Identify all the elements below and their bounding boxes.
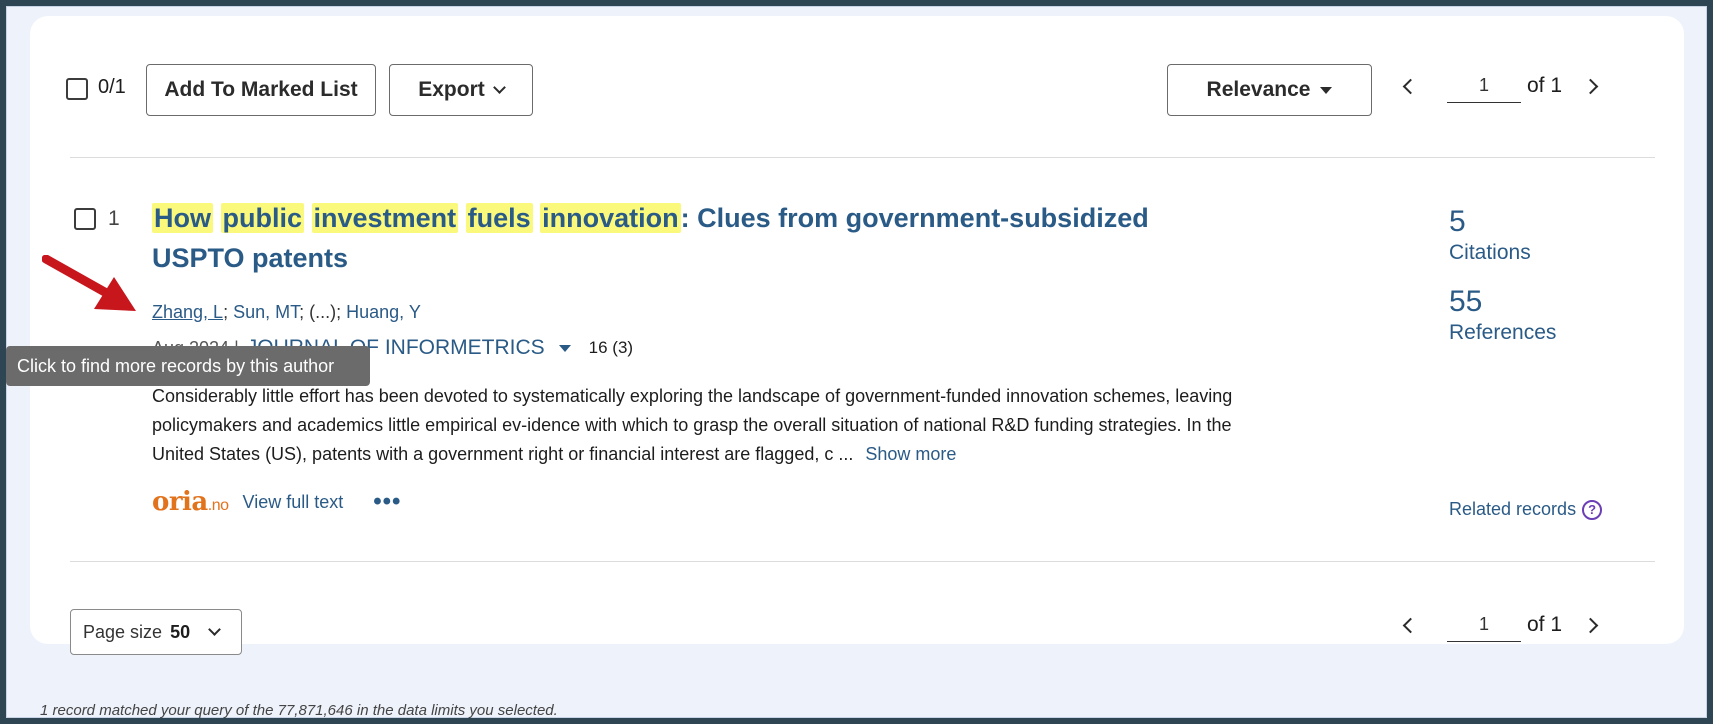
chevron-left-icon [1402, 78, 1419, 94]
more-options-icon[interactable]: ••• [373, 488, 401, 516]
author-list: Zhang, L; Sun, MT; (...); Huang, Y [152, 302, 421, 322]
chevron-down-icon [492, 81, 506, 94]
top-pagination: of 1 [1395, 69, 1606, 103]
related-records-link[interactable]: Related records ? [1449, 499, 1603, 520]
help-icon[interactable]: ? [1582, 499, 1603, 520]
bottom-pagination: of 1 [1395, 608, 1606, 642]
results-summary: 1 record matched your query of the 77,87… [40, 702, 558, 719]
references-metric[interactable]: 55 References [1449, 285, 1556, 347]
author-link-huang[interactable]: Huang, Y [346, 302, 421, 322]
divider [70, 561, 1655, 562]
caret-down-icon [1320, 86, 1333, 94]
title-highlight-word: public [220, 203, 305, 233]
citations-count[interactable]: 5 [1449, 205, 1531, 239]
journal-caret-icon[interactable] [558, 344, 571, 352]
chevron-down-icon [208, 623, 221, 636]
author-link-sun[interactable]: Sun, MT [233, 302, 299, 322]
page-size-value: 50 [170, 621, 191, 642]
references-count[interactable]: 55 [1449, 285, 1556, 319]
divider [70, 157, 1655, 158]
selected-count: 0/1 [98, 76, 126, 98]
page-number-input[interactable] [1447, 69, 1521, 103]
page-size-select[interactable]: Page size 50 [70, 609, 242, 655]
chevron-right-icon [1582, 617, 1599, 633]
view-full-text-link[interactable]: View full text [243, 492, 344, 513]
abstract-text: Considerably little effort has been devo… [152, 386, 1233, 464]
export-button[interactable]: Export [389, 64, 533, 116]
previous-page-button[interactable] [1395, 73, 1421, 99]
page-total-label: of 1 [1527, 74, 1563, 97]
add-to-marked-list-button[interactable]: Add To Marked List [146, 64, 376, 116]
chevron-left-icon [1402, 617, 1419, 633]
page-number-input[interactable] [1447, 608, 1521, 642]
title-highlight-word: How [152, 203, 213, 233]
export-label: Export [418, 78, 485, 101]
previous-page-button[interactable] [1395, 612, 1421, 638]
volume-issue: 16 (3) [588, 338, 634, 357]
citations-metric[interactable]: 5 Citations [1449, 205, 1531, 267]
citations-label[interactable]: Citations [1449, 239, 1531, 267]
references-label[interactable]: References [1449, 319, 1556, 347]
authors-ellipsis[interactable]: (...) [309, 302, 336, 322]
page-total-label: of 1 [1527, 613, 1563, 636]
author-tooltip: Click to find more records by this autho… [6, 346, 370, 386]
select-all-checkbox[interactable] [66, 78, 88, 100]
oria-logo[interactable]: oria.no [152, 487, 229, 517]
record-abstract: Considerably little effort has been devo… [152, 382, 1262, 469]
related-records-label: Related records [1449, 499, 1577, 519]
sort-dropdown[interactable]: Relevance [1167, 64, 1372, 116]
record-links: oria.no View full text ••• [152, 487, 401, 517]
next-page-button[interactable] [1580, 73, 1606, 99]
page-size-label: Page size [83, 621, 163, 642]
chevron-right-icon [1582, 78, 1599, 94]
next-page-button[interactable] [1580, 612, 1606, 638]
title-highlight-word: investment [311, 203, 459, 233]
record-number: 1 [108, 207, 120, 230]
record-checkbox[interactable] [74, 208, 96, 230]
record-title-link[interactable]: How public investment fuels innovation: … [152, 198, 1232, 278]
annotation-arrow-icon [42, 255, 136, 311]
sort-label: Relevance [1206, 78, 1311, 101]
show-more-link[interactable]: Show more [865, 444, 956, 464]
author-link-zhang[interactable]: Zhang, L [152, 302, 223, 322]
title-highlight-word: innovation [540, 203, 681, 233]
add-to-marked-list-label: Add To Marked List [164, 78, 358, 101]
title-highlight-word: fuels [465, 203, 533, 233]
